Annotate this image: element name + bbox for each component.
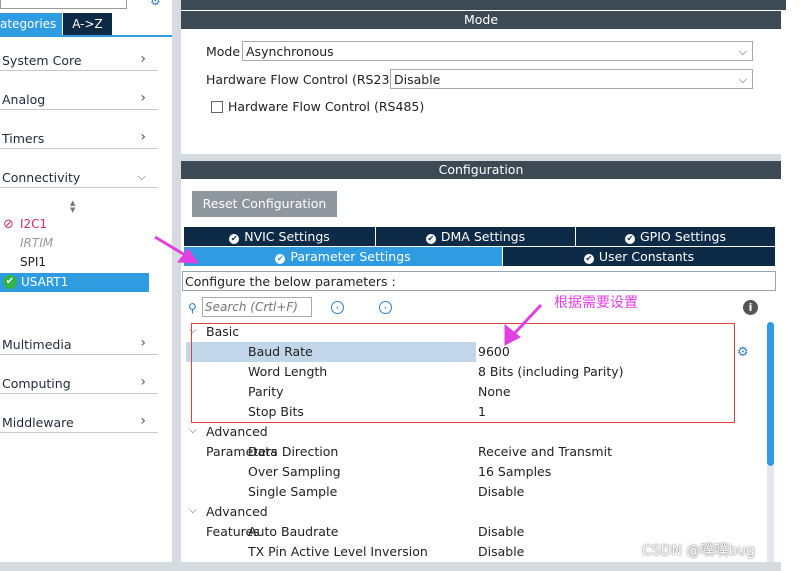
annotation-arrow-right — [504, 303, 543, 346]
watermark: CSDN @噗噗bug — [642, 543, 756, 559]
annotation-arrows-svg — [154, 235, 543, 346]
annotation-arrow-left — [154, 235, 200, 264]
